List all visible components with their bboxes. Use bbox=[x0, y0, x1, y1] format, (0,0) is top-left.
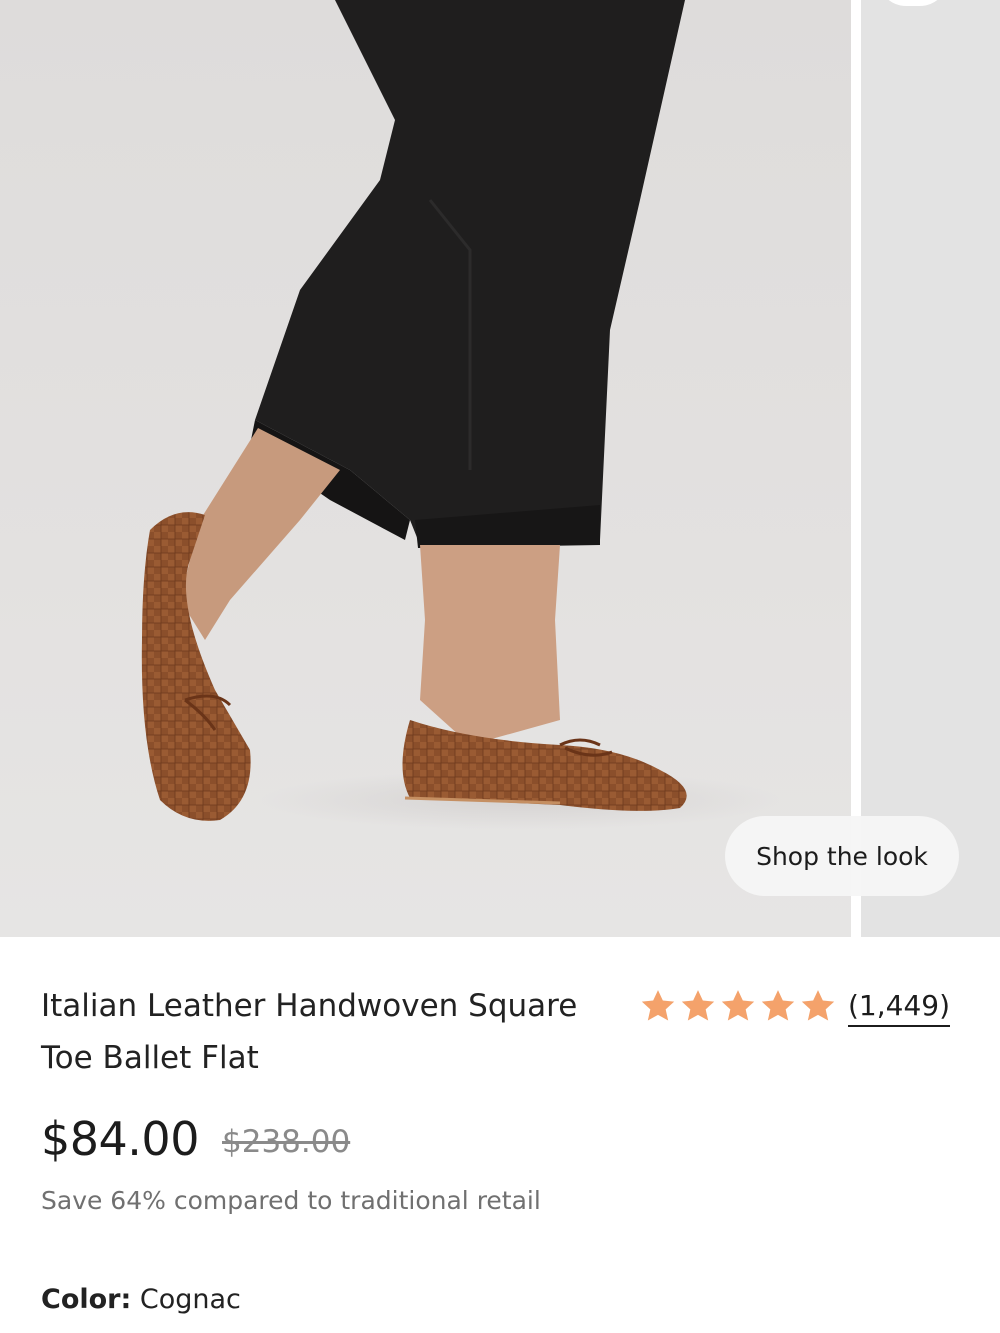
review-count-link[interactable]: (1,449) bbox=[848, 991, 951, 1027]
product-rating[interactable]: (1,449) bbox=[638, 983, 951, 1029]
color-label: Color: bbox=[41, 1284, 132, 1315]
original-price: $238.00 bbox=[222, 1124, 351, 1160]
product-image-gallery[interactable]: Shop the look bbox=[0, 0, 1000, 937]
sale-price: $84.00 bbox=[41, 1112, 199, 1166]
product-title: Italian Leather Handwoven Square Toe Bal… bbox=[41, 988, 578, 1076]
savings-note: Save 64% compared to traditional retail bbox=[41, 1186, 541, 1215]
product-photo[interactable] bbox=[0, 0, 851, 937]
color-value: Cognac bbox=[139, 1284, 241, 1315]
model-wearing-flats-illustration bbox=[141, 0, 780, 830]
star-icon bbox=[641, 990, 675, 1021]
star-icon bbox=[801, 990, 835, 1021]
next-product-photo-peek[interactable] bbox=[861, 0, 1000, 937]
image-divider bbox=[851, 0, 861, 937]
star-icon bbox=[761, 990, 795, 1021]
color-selection: Color: Cognac bbox=[41, 1284, 241, 1315]
rating-stars bbox=[638, 986, 838, 1026]
shop-the-look-button[interactable]: Shop the look bbox=[725, 816, 959, 896]
star-icon bbox=[681, 990, 715, 1021]
star-icon bbox=[721, 990, 755, 1021]
